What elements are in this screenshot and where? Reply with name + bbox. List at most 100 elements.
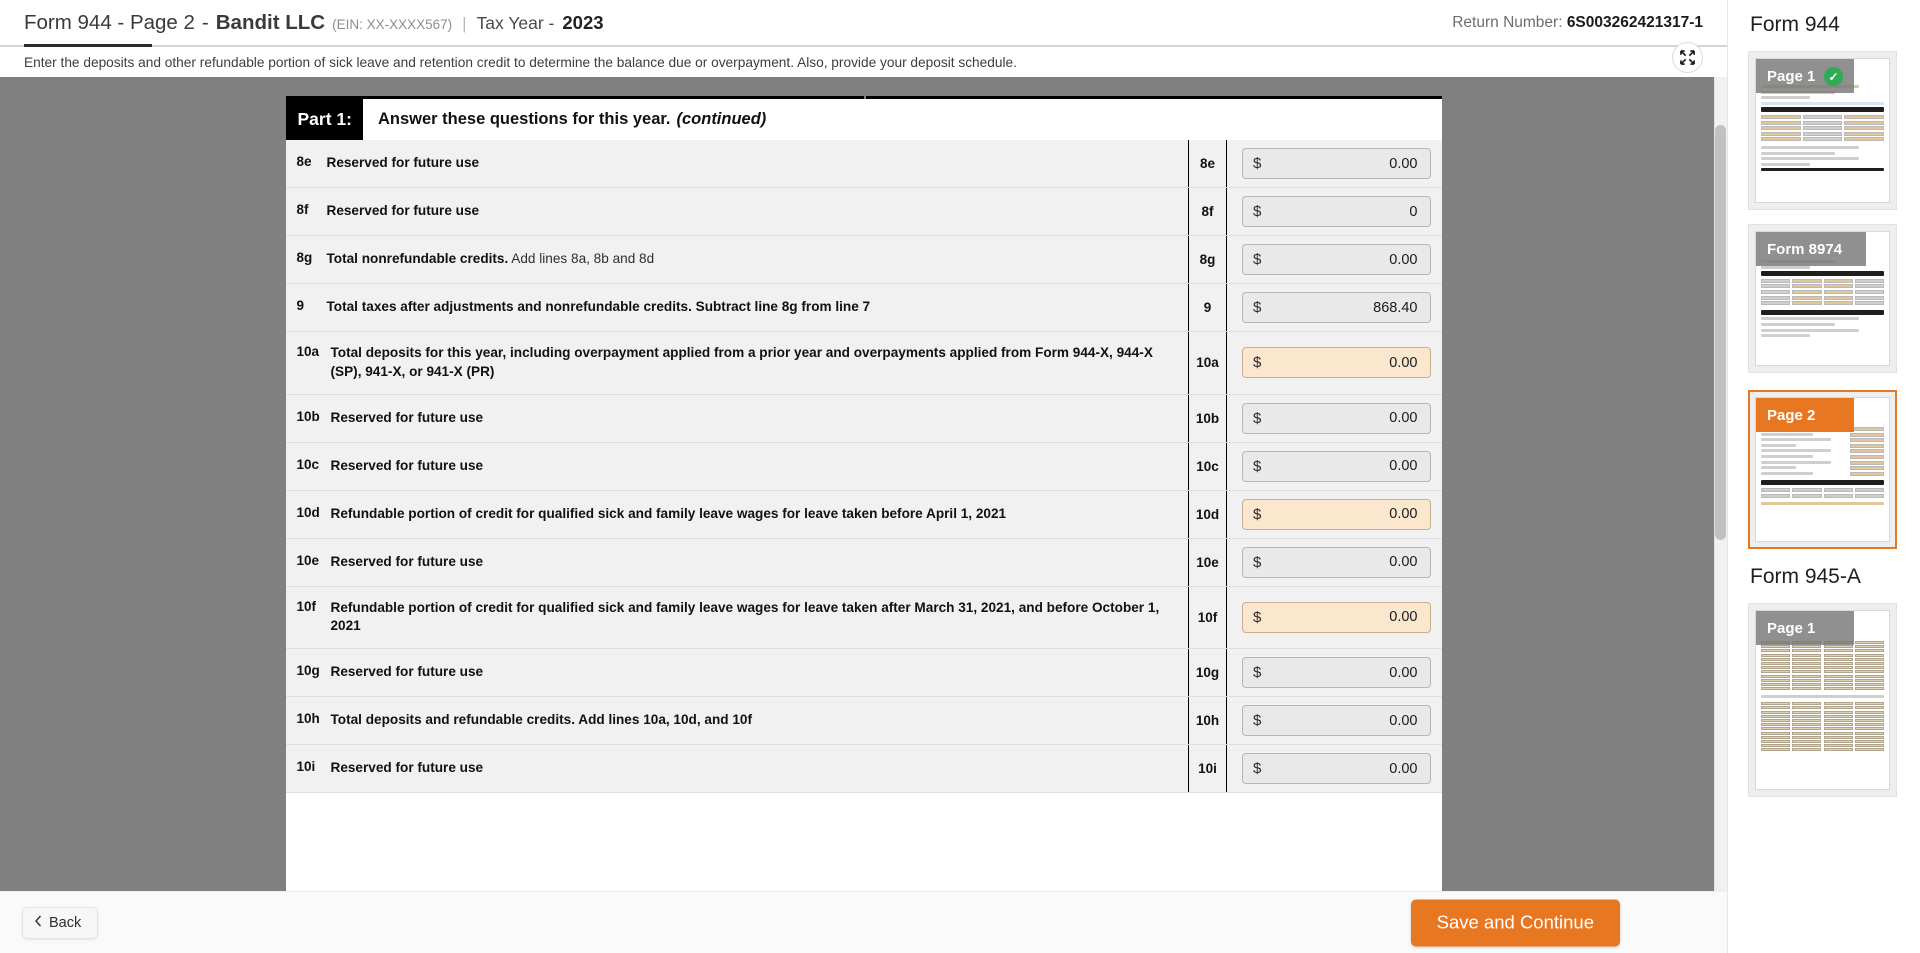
save-and-continue-button[interactable]: Save and Continue [1410, 899, 1620, 946]
amount-input-10c[interactable]: $0.00 [1242, 450, 1431, 482]
line-value-cell: $0.00 [1226, 696, 1442, 745]
table-row: 10i Reserved for future use 10i $0.00 [285, 744, 1442, 793]
amount-input-10a[interactable]: $0.00 [1242, 347, 1431, 379]
title-dash: - [201, 10, 209, 34]
line-description: Total taxes after adjustments and nonref… [326, 299, 871, 315]
amount-value: 0.00 [1389, 609, 1418, 626]
line-number: 9 [296, 298, 305, 314]
ein-label: (EIN: XX-XXXX567) [332, 16, 453, 32]
line-number: 10a [296, 344, 320, 359]
amount-value: 0.00 [1389, 251, 1418, 268]
table-row: 10d Refundable portion of credit for qual… [285, 490, 1442, 539]
line-number-cell: 10c [1188, 442, 1227, 491]
line-description: Reserved for future use [330, 664, 484, 680]
line-description: Total deposits and refundable credits. A… [330, 712, 753, 728]
line-number: 10b [296, 408, 320, 424]
line-number: 10e [296, 552, 320, 568]
currency-symbol: $ [1253, 664, 1262, 681]
amount-value: 0.00 [1389, 664, 1418, 681]
amount-value: 0.00 [1389, 760, 1418, 777]
line-value-cell: $0.00 [1226, 140, 1442, 188]
thumb-badge-label: Page 1 [1756, 611, 1854, 645]
line-description: Reserved for future use [330, 409, 484, 425]
table-row: 10f Refundable portion of credit for qual… [285, 586, 1442, 649]
currency-symbol: $ [1253, 553, 1262, 571]
amount-input-9[interactable]: $868.40 [1242, 292, 1431, 323]
sidebar-thumb-form-944-page-2[interactable]: Page 2 [1748, 390, 1897, 549]
table-row: 10g Reserved for future use 10g $0.00 [285, 648, 1442, 697]
currency-symbol: $ [1253, 354, 1262, 372]
part-tag: Part 1: [285, 99, 363, 140]
amount-value: 0.00 [1389, 354, 1418, 371]
check-circle-icon: ✓ [1824, 67, 1843, 86]
amount-input-10h[interactable]: $0.00 [1242, 705, 1431, 736]
line-value-cell: $0.00 [1226, 538, 1442, 587]
currency-symbol: $ [1253, 505, 1262, 523]
amount-input-10g[interactable]: $0.00 [1242, 657, 1431, 688]
thumbnail-preview: Form 8974 [1755, 231, 1890, 366]
page-shell: Part 1: Answer these questions for this … [202, 77, 1525, 891]
line-value-cell: $0.00 [1226, 235, 1442, 284]
amount-input-10d[interactable]: $0.00 [1242, 498, 1431, 530]
line-description-cell: 10f Refundable portion of credit for qual… [285, 586, 1189, 649]
amount-input-10b[interactable]: $0.00 [1242, 402, 1431, 434]
tax-year-label: Tax Year - [476, 12, 555, 33]
amount-input-8f[interactable]: $0 [1242, 196, 1431, 227]
amount-value: 0.00 [1389, 410, 1418, 426]
line-number: 8f [296, 202, 309, 218]
currency-symbol: $ [1253, 155, 1262, 172]
line-value-cell: $0.00 [1226, 586, 1442, 649]
chevron-left-icon [34, 915, 42, 931]
line-description: Refundable portion of credit for qualifi… [330, 599, 1160, 634]
amount-input-8g[interactable]: $0.00 [1242, 244, 1431, 275]
page-header: Form 944 - Page 2 - Bandit LLC (EIN: XX-… [0, 0, 1727, 47]
back-button-label: Back [49, 914, 82, 931]
main-column: Form 944 - Page 2 - Bandit LLC (EIN: XX-… [0, 0, 1727, 953]
line-value-cell: $0 [1226, 187, 1442, 236]
table-row: 10e Reserved for future use 10e $0.00 [285, 538, 1442, 587]
amount-value: 0.00 [1389, 712, 1418, 729]
line-number-cell: 10f [1188, 586, 1227, 649]
currency-symbol: $ [1253, 203, 1262, 220]
line-description-secondary: Add lines 8a, 8b and 8d [508, 251, 655, 267]
amount-input-10f[interactable]: $0.00 [1242, 601, 1431, 633]
part-banner: Part 1: Answer these questions for this … [285, 99, 1442, 140]
line-description: Total deposits for this year, including … [330, 345, 1153, 379]
sidebar-thumb-form-945a-page-1[interactable]: Page 1 [1748, 603, 1897, 797]
collapse-arrows-icon[interactable] [1672, 42, 1703, 73]
sidebar-thumb-form-8974[interactable]: Form 8974 [1748, 224, 1897, 373]
line-description: Reserved for future use [326, 203, 480, 219]
line-description-cell: 10g Reserved for future use [285, 648, 1189, 697]
line-value-cell: $0.00 [1226, 331, 1442, 395]
forms-sidebar[interactable]: Form 944 Page 1 ✓ Form 8974 Page 2 Form … [1727, 0, 1920, 953]
line-number: 10i [296, 759, 316, 775]
line-number: 8e [296, 154, 312, 170]
line-number: 10d [296, 504, 320, 520]
amount-value: 0.00 [1389, 458, 1418, 474]
company-name: Bandit LLC [215, 10, 326, 34]
line-value-cell: $0.00 [1226, 394, 1442, 443]
amount-input-10e[interactable]: $0.00 [1242, 546, 1431, 578]
sidebar-group-title-form-945a: Form 945-A [1750, 565, 1861, 588]
table-row: 10c Reserved for future use 10c $0.00 [285, 442, 1442, 491]
line-description-cell: 10b Reserved for future use [285, 394, 1189, 443]
line-description-cell: 10e Reserved for future use [285, 538, 1189, 587]
line-description: Reserved for future use [326, 155, 480, 171]
line-number-cell: 8e [1188, 140, 1227, 188]
line-description-cell: 10i Reserved for future use [285, 744, 1189, 793]
viewer-scrollbar-thumb[interactable] [1715, 125, 1726, 540]
currency-symbol: $ [1253, 299, 1262, 316]
sidebar-thumb-form-944-page-1[interactable]: Page 1 ✓ [1748, 51, 1897, 210]
viewer-scrollbar[interactable] [1714, 77, 1727, 891]
amount-input-10i[interactable]: $0.00 [1242, 753, 1431, 784]
line-description-cell: 10c Reserved for future use [285, 442, 1189, 491]
return-number-value: 6S003262421317-1 [1566, 13, 1703, 31]
line-description-cell: 9 Total taxes after adjustments and nonre… [285, 283, 1189, 332]
page-title: Form 944 - Page 2 - Bandit LLC (EIN: XX-… [24, 11, 604, 35]
line-description: Reserved for future use [330, 457, 484, 473]
back-button[interactable]: Back [22, 906, 99, 939]
part-heading: Answer these questions for this year. (c… [363, 99, 766, 140]
currency-symbol: $ [1253, 760, 1262, 777]
amount-input-8e[interactable]: $0.00 [1242, 148, 1431, 179]
